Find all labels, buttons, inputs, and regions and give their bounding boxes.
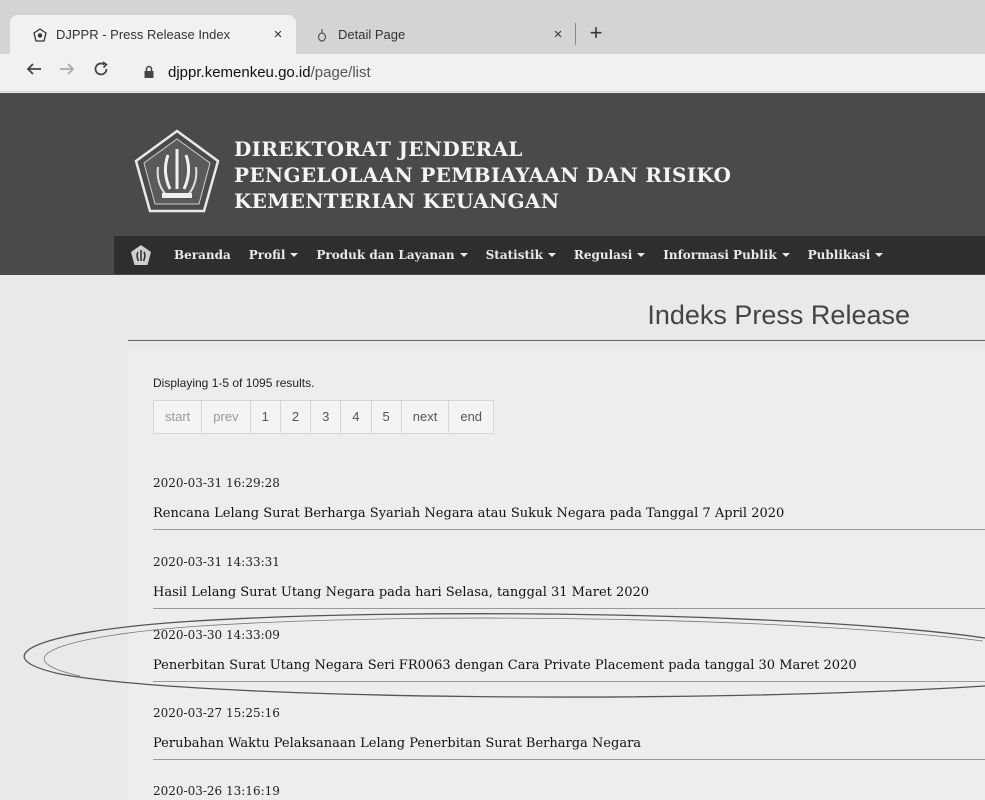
tab-press-release-index[interactable]: DJPPR - Press Release Index × [10,15,296,54]
menu-item-informasi-publik[interactable]: Informasi Publik [663,248,790,262]
entry-date: 2020-03-26 13:16:19 [153,784,280,798]
menu-home-logo-icon[interactable] [130,244,152,266]
menu-item-publikasi[interactable]: Publikasi [808,248,884,262]
menu-item-regulasi[interactable]: Regulasi [573,248,646,262]
menu-item-produk-dan-layanan[interactable]: Produk dan Layanan [316,248,468,262]
tab-separator [575,23,576,45]
url-text: djppr.kemenkeu.go.id/page/list [168,64,371,81]
entry-date: 2020-03-27 15:25:16 [153,706,280,720]
pagination: start prev 1 2 3 4 5 next end [153,400,495,434]
caret-down-icon [290,253,299,257]
organization-name: DIREKTORAT JENDERAL PENGELOLAAN PEMBIAYA… [234,136,731,214]
menu-item-label: Statistik [485,248,543,262]
pager-start[interactable]: start [154,401,203,433]
pager-page-3[interactable]: 3 [311,401,342,433]
org-line-2: PENGELOLAAN PEMBIAYAAN DAN RISIKO [234,163,732,187]
menu-item-beranda[interactable]: Beranda [174,248,231,262]
tab-title: Detail Page [338,27,406,42]
pager-page-4[interactable]: 4 [341,401,372,433]
caret-down-icon [875,253,884,257]
kemenkeu-logo-icon[interactable] [132,127,222,217]
caret-down-icon [637,253,646,257]
forward-arrow-icon[interactable] [55,60,79,85]
site-favicon-icon [32,27,48,43]
menu-item-label: Regulasi [573,248,633,262]
entry-title-link[interactable]: Rencana Lelang Surat Berharga Syariah Ne… [153,506,985,530]
title-divider [128,340,985,341]
tab-title: DJPPR - Press Release Index [56,27,231,42]
tab-detail-page[interactable]: Detail Page × [298,15,576,54]
menu-item-label: Produk dan Layanan [316,248,455,262]
caret-down-icon [781,253,790,257]
browser-nav-bar: djppr.kemenkeu.go.id/page/list [0,54,985,92]
menu-item-label: Publikasi [807,248,871,262]
press-release-list: Displaying 1-5 of 1095 results. start pr… [128,350,985,800]
list-item: 2020-03-26 13:16:19 [153,784,985,798]
address-bar[interactable]: djppr.kemenkeu.go.id/page/list [120,58,980,86]
back-arrow-icon[interactable] [22,60,46,85]
tab-close-icon[interactable]: × [548,26,568,43]
list-item: 2020-03-31 14:33:31 Hasil Lelang Surat U… [153,555,985,609]
org-line-3: KEMENTERIAN KEUANGAN [234,189,560,213]
entry-title-link[interactable]: Penerbitan Surat Utang Negara Seri FR006… [153,658,985,682]
entry-title-link[interactable]: Perubahan Waktu Pelaksanaan Lelang Pener… [153,736,985,760]
list-item: 2020-03-27 15:25:16 Perubahan Waktu Pela… [153,706,985,760]
browser-tab-bar: DJPPR - Press Release Index × Detail Pag… [0,0,985,54]
page-title: Indeks Press Release [647,300,910,330]
menu-item-profil[interactable]: Profil [249,248,299,262]
reload-icon[interactable] [89,60,113,85]
detail-page-favicon-icon [314,27,330,43]
list-item: 2020-03-30 14:33:09 Penerbitan Surat Uta… [153,628,985,682]
caret-down-icon [547,253,556,257]
main-menu: Beranda Profil Produk dan Layanan Statis… [114,236,985,274]
lock-icon [144,65,154,78]
menu-item-label: Informasi Publik [663,248,777,262]
pager-prev[interactable]: prev [202,401,251,433]
results-summary: Displaying 1-5 of 1095 results. [153,376,315,390]
entry-date: 2020-03-31 16:29:28 [153,476,280,490]
pager-page-1[interactable]: 1 [251,401,281,433]
list-item: 2020-03-31 16:29:28 Rencana Lelang Surat… [153,476,985,530]
entry-title-link[interactable]: Hasil Lelang Surat Utang Negara pada har… [153,585,985,609]
pager-end[interactable]: end [449,401,493,433]
entry-date: 2020-03-31 14:33:31 [153,555,280,569]
caret-down-icon [459,253,468,257]
menu-item-label: Profil [248,248,286,262]
new-tab-icon[interactable]: + [584,18,608,48]
org-line-1: DIREKTORAT JENDERAL [234,137,523,161]
pager-page-2[interactable]: 2 [281,401,312,433]
menu-item-label: Beranda [174,248,231,262]
url-path: /page/list [310,63,371,81]
tab-close-icon[interactable]: × [268,26,288,43]
entry-date: 2020-03-30 14:33:09 [153,628,280,642]
pager-page-5[interactable]: 5 [372,401,402,433]
pager-next[interactable]: next [402,401,450,433]
menu-item-statistik[interactable]: Statistik [486,248,556,262]
url-domain: djppr.kemenkeu.go.id [168,63,311,81]
